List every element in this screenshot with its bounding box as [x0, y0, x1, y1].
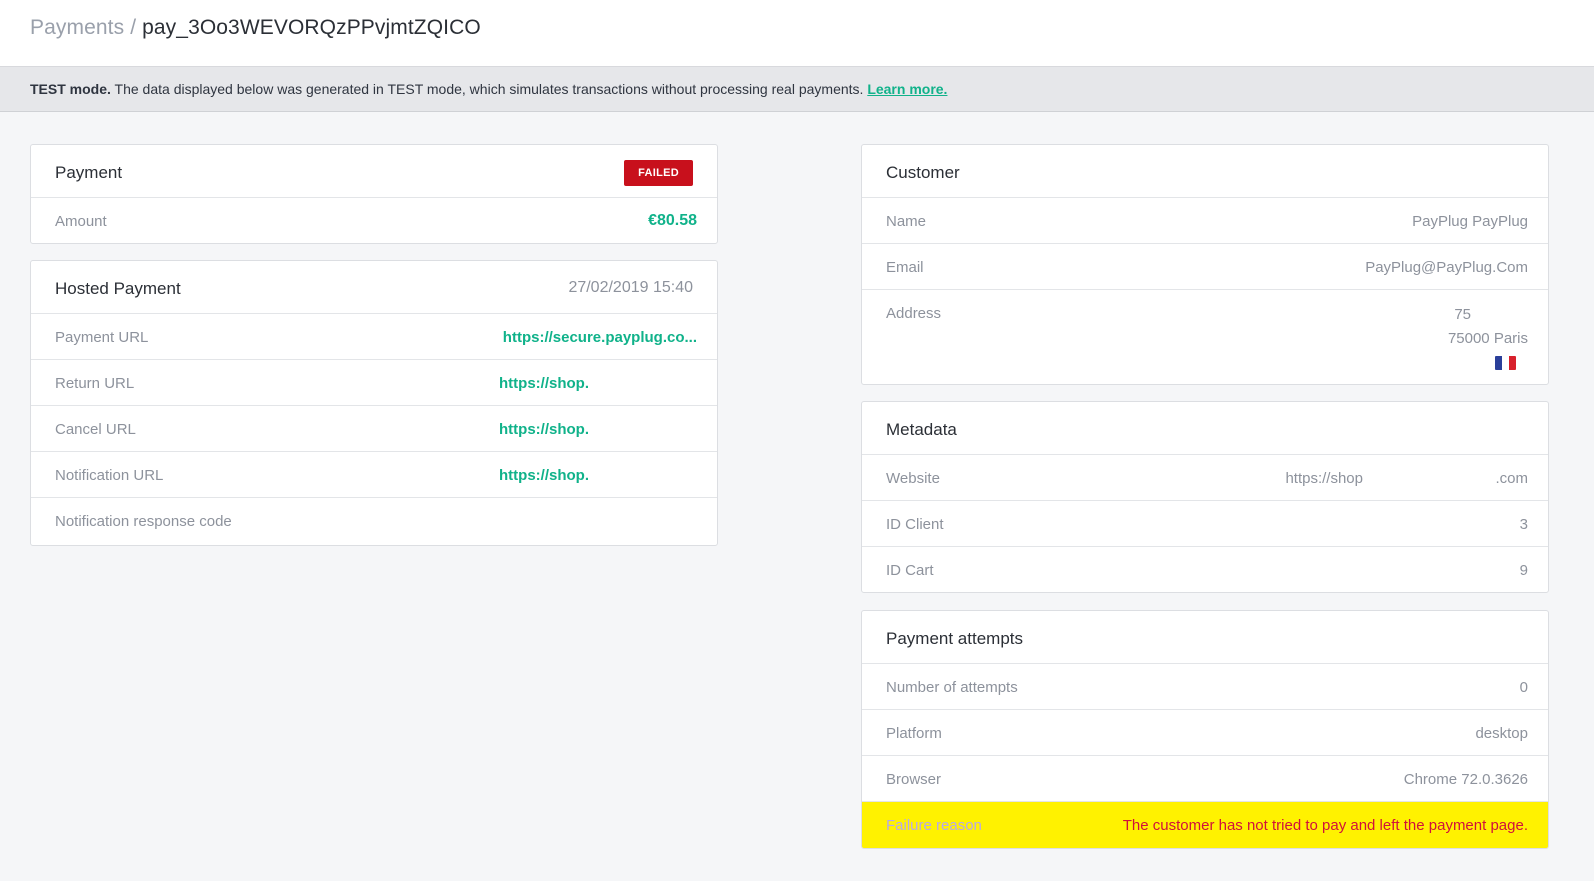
customer-name-label: Name [886, 213, 927, 230]
hosted-payment-header: Hosted Payment 27/02/2019 15:40 [31, 261, 717, 314]
address-line-1: 75 [1454, 306, 1471, 323]
cancel-url-row: Cancel URL https://shop. [31, 406, 717, 452]
breadcrumb-separator: / [130, 16, 137, 39]
payment-url-label: Payment URL [55, 329, 149, 346]
attempts-count-label: Number of attempts [886, 679, 1018, 696]
amount-label: Amount [55, 213, 107, 230]
platform-label: Platform [886, 725, 942, 742]
id-cart-value: 9 [1519, 562, 1528, 579]
hosted-payment-date: 27/02/2019 15:40 [568, 279, 693, 296]
payment-id-title: pay_3Oo3WEVORQzPPvjmtZQICO [142, 16, 481, 39]
return-url-link[interactable]: https://shop. [499, 375, 589, 392]
website-row: Website https://shop .com [862, 455, 1548, 501]
cancel-url-label: Cancel URL [55, 421, 136, 438]
hosted-payment-card: Hosted Payment 27/02/2019 15:40 Payment … [30, 260, 718, 546]
notification-url-link[interactable]: https://shop. [499, 467, 589, 484]
notification-url-label: Notification URL [55, 467, 164, 484]
amount-value: €80.58 [648, 212, 697, 229]
payment-card-title: Payment [55, 163, 123, 182]
attempts-count-row: Number of attempts 0 [862, 664, 1548, 710]
customer-address-value: 75 75000 Paris [1448, 303, 1528, 378]
hosted-payment-title: Hosted Payment [55, 279, 181, 298]
customer-address-row: Address 75 75000 Paris [862, 290, 1548, 384]
id-client-value: 3 [1519, 516, 1528, 533]
platform-value: desktop [1475, 725, 1528, 742]
breadcrumb: Payments / pay_3Oo3WEVORQzPPvjmtZQICO [30, 16, 481, 40]
customer-address-label: Address [886, 305, 942, 322]
payment-url-link[interactable]: https://secure.payplug.co... [503, 329, 697, 346]
test-mode-banner: TEST mode. The data displayed below was … [0, 67, 1594, 112]
status-badge: FAILED [624, 160, 693, 186]
website-value-prefix: https://shop [1285, 470, 1363, 487]
test-mode-label: TEST mode. [30, 81, 111, 97]
notification-response-row: Notification response code [31, 498, 717, 544]
id-cart-row: ID Cart 9 [862, 547, 1548, 592]
payment-card: Payment FAILED Amount €80.58 [30, 144, 718, 244]
id-client-label: ID Client [886, 516, 944, 533]
customer-email-row: Email PayPlug@PayPlug.Com [862, 244, 1548, 290]
failure-reason-label: Failure reason [886, 817, 982, 834]
return-url-row: Return URL https://shop. [31, 360, 717, 406]
metadata-card: Metadata Website https://shop .com ID Cl… [861, 401, 1549, 593]
page-header: Payments / pay_3Oo3WEVORQzPPvjmtZQICO [0, 0, 1594, 67]
notification-url-row: Notification URL https://shop. [31, 452, 717, 498]
browser-label: Browser [886, 771, 942, 788]
learn-more-link[interactable]: Learn more. [867, 81, 947, 97]
attempts-count-value: 0 [1519, 679, 1528, 696]
metadata-card-title: Metadata [886, 420, 957, 439]
breadcrumb-payments-link[interactable]: Payments [30, 16, 124, 39]
customer-name-row: Name PayPlug PayPlug [862, 198, 1548, 244]
return-url-label: Return URL [55, 375, 135, 392]
id-client-row: ID Client 3 [862, 501, 1548, 547]
customer-email-label: Email [886, 259, 924, 276]
cancel-url-link[interactable]: https://shop. [499, 421, 589, 438]
notification-response-label: Notification response code [55, 513, 232, 530]
payment-card-header: Payment FAILED [31, 145, 717, 198]
id-cart-label: ID Cart [886, 562, 934, 579]
customer-card: Customer Name PayPlug PayPlug Email PayP… [861, 144, 1549, 385]
payment-attempts-card: Payment attempts Number of attempts 0 Pl… [861, 610, 1549, 849]
payment-url-row: Payment URL https://secure.payplug.co... [31, 314, 717, 360]
website-value-suffix: .com [1495, 470, 1528, 487]
customer-card-header: Customer [862, 145, 1548, 198]
test-mode-message: The data displayed below was generated i… [110, 81, 868, 97]
failure-reason-value: The customer has not tried to pay and le… [1122, 817, 1528, 834]
failure-reason-row: Failure reason The customer has not trie… [862, 802, 1548, 848]
platform-row: Platform desktop [862, 710, 1548, 756]
browser-value: Chrome 72.0.3626 [1403, 771, 1528, 788]
payment-attempts-header: Payment attempts [862, 611, 1548, 664]
amount-row: Amount €80.58 [31, 198, 717, 243]
website-label: Website [886, 470, 940, 487]
france-flag-icon [1495, 356, 1516, 370]
customer-card-title: Customer [886, 163, 960, 182]
customer-name-value: PayPlug PayPlug [1412, 213, 1528, 230]
address-line-2: 75000 Paris [1447, 330, 1528, 347]
browser-row: Browser Chrome 72.0.3626 [862, 756, 1548, 802]
customer-email-value: PayPlug@PayPlug.Com [1365, 259, 1528, 276]
metadata-card-header: Metadata [862, 402, 1548, 455]
payment-attempts-title: Payment attempts [886, 629, 1024, 648]
